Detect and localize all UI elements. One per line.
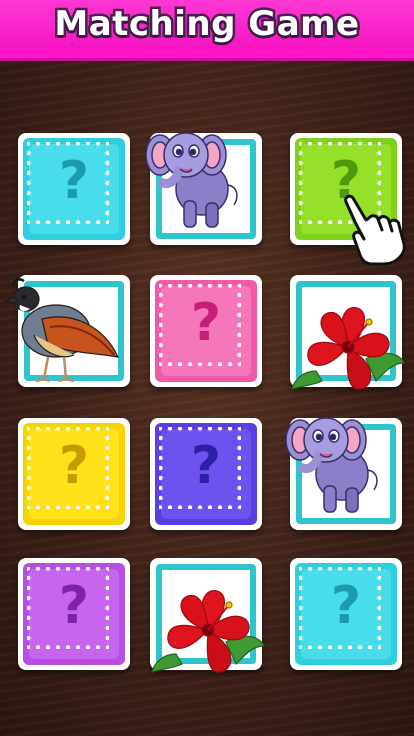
card-revealed-hibiscus[interactable] <box>290 275 405 390</box>
card-revealed-elephant[interactable] <box>285 417 402 530</box>
question-mark: ? <box>190 293 222 353</box>
elephant-icon <box>285 410 382 520</box>
hibiscus-icon <box>151 584 265 680</box>
elephant-icon <box>145 125 242 235</box>
question-mark: ? <box>58 436 90 496</box>
question-mark: ? <box>58 576 90 636</box>
question-mark: ? <box>190 436 222 496</box>
card-revealed-quail[interactable] <box>3 275 130 387</box>
card-hidden-blue[interactable]: ? <box>150 418 262 530</box>
card-hidden-cyan[interactable]: ? <box>18 133 130 245</box>
quail-icon <box>3 275 124 389</box>
title-banner: Matching Game <box>0 0 414 58</box>
hibiscus-icon <box>291 301 405 397</box>
pointing-hand-icon <box>336 188 414 268</box>
card-hidden-cyan[interactable]: ? <box>290 558 402 670</box>
card-revealed-elephant[interactable] <box>145 132 262 245</box>
question-mark: ? <box>58 151 90 211</box>
card-hidden-yellow[interactable]: ? <box>18 418 130 530</box>
card-revealed-hibiscus[interactable] <box>150 558 265 673</box>
game-title: Matching Game <box>52 2 362 47</box>
card-hidden-pink[interactable]: ? <box>150 275 262 387</box>
card-hidden-purple[interactable]: ? <box>18 558 130 670</box>
question-mark: ? <box>330 576 362 636</box>
